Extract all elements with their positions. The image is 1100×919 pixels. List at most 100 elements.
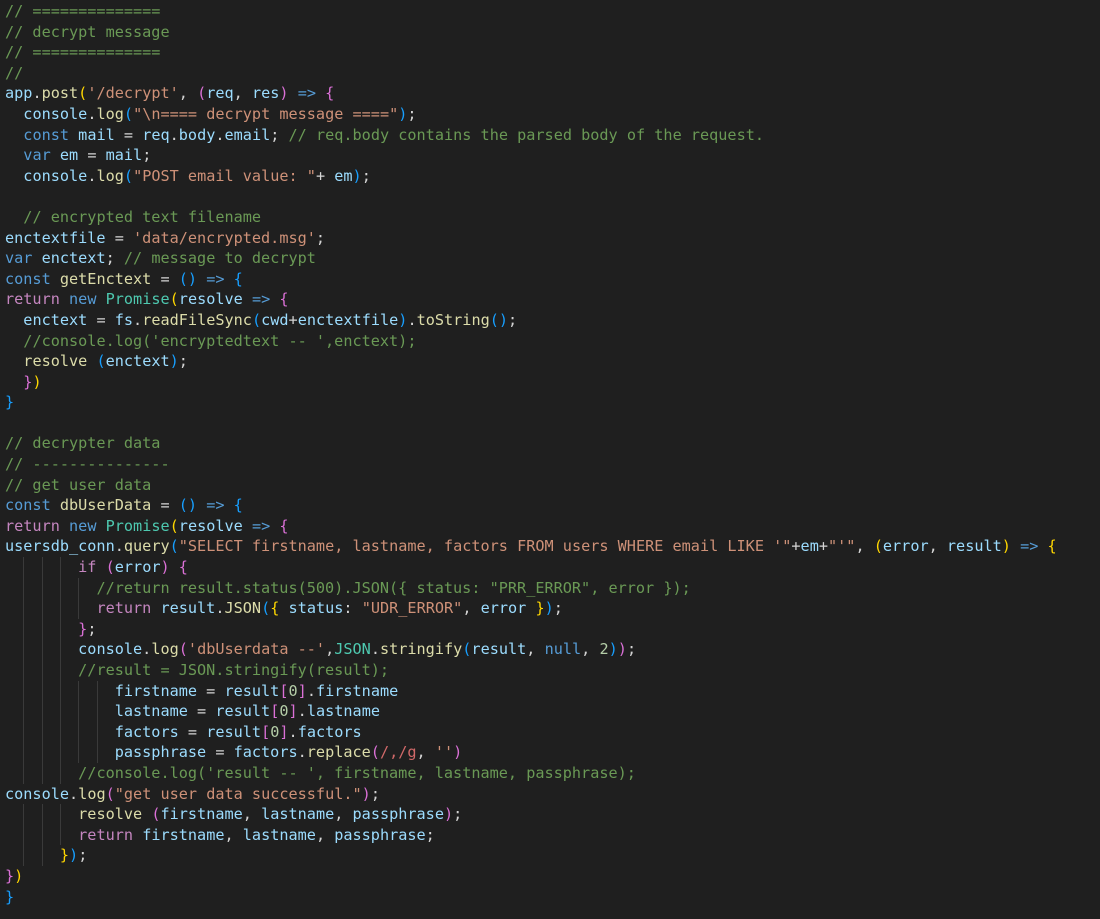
code-line: }; (5, 618, 1057, 640)
code-token: . (114, 537, 124, 556)
code-token: ( (169, 290, 179, 309)
code-area[interactable]: // ==============// decrypt message// ==… (5, 1, 1057, 907)
code-line: //console.log('encryptedtext -- ',enctex… (5, 331, 1057, 352)
code-token: return (5, 290, 60, 309)
code-token: email (224, 125, 271, 144)
code-token: 0 (288, 681, 298, 700)
code-token: // decrypter data (5, 434, 161, 453)
code-token: ) (361, 784, 371, 803)
code-token: ; (315, 228, 326, 247)
code-line: if (error) { (5, 557, 1057, 578)
code-token: // ============== (5, 2, 161, 20)
code-token: firstname (142, 825, 225, 844)
code-line: // get user data (5, 475, 1057, 496)
code-token: } (535, 599, 545, 618)
code-line: const dbUserData = () => { (5, 495, 1057, 516)
code-token: [ (261, 722, 271, 741)
code-token: result (946, 537, 1002, 556)
code-token: . (215, 599, 225, 618)
code-token: , (233, 84, 252, 103)
code-token: "SELECT firstname, lastname, factors FRO… (178, 537, 792, 556)
code-token: '' (434, 743, 454, 762)
code-token: . (142, 640, 152, 659)
code-token: var (23, 146, 51, 165)
code-token: lastname (261, 805, 335, 824)
code-token: //return result.status(500).JSON({ statu… (96, 578, 691, 597)
code-token: // encrypted text filename (23, 207, 262, 226)
code-token: resolve (78, 805, 143, 824)
code-token: ) (443, 805, 454, 824)
code-token: // ============== (5, 43, 161, 62)
code-token: , (928, 537, 947, 556)
code-token: = (78, 146, 106, 165)
code-token: + (818, 537, 828, 556)
code-token: ; (508, 310, 518, 329)
code-token: result (215, 702, 271, 721)
code-token: enctext (23, 310, 88, 329)
code-token: ( (251, 310, 262, 329)
code-token: "'" (828, 537, 856, 556)
code-token: ( (123, 104, 134, 123)
code-token: ( (96, 352, 106, 371)
code-token: { (1047, 537, 1057, 556)
code-token: . (169, 125, 179, 144)
code-token: "POST email value: " (133, 166, 316, 185)
code-line: factors = result[0].factors (5, 721, 1057, 743)
code-token: ] (297, 681, 307, 700)
code-token: console (78, 640, 143, 659)
code-token: } (78, 619, 88, 638)
code-token: ) (608, 640, 618, 659)
code-token: . (407, 310, 417, 329)
code-editor[interactable]: // ==============// decrypt message// ==… (0, 0, 1100, 919)
code-token: toString (416, 310, 490, 329)
code-token: const (5, 269, 51, 288)
code-token: 0 (270, 722, 280, 741)
code-token: { (279, 516, 289, 535)
code-token: //console.log('result -- ', firstname, l… (78, 763, 636, 782)
code-token: + (288, 310, 298, 329)
code-token: ( (197, 84, 207, 103)
code-token: log (151, 640, 179, 659)
code-line: var em = mail; (5, 145, 1057, 166)
code-token: console (23, 166, 88, 185)
code-token: = (151, 496, 179, 515)
code-token: ; (425, 825, 435, 844)
code-token: ( (123, 166, 134, 185)
code-token: dbUserData (59, 496, 152, 515)
code-token: { (233, 269, 243, 288)
code-token: . (297, 743, 307, 762)
code-line: //result = JSON.stringify(result); (5, 660, 1057, 681)
code-token: //console.log('encryptedtext -- ',enctex… (23, 331, 417, 350)
code-token: ) (69, 846, 79, 865)
code-line: // decrypter data (5, 433, 1057, 454)
code-token: replace (306, 743, 371, 762)
code-token: "UDR_ERROR" (361, 599, 463, 618)
code-token: JSON (334, 640, 371, 659)
code-token: . (69, 784, 79, 803)
code-token: status (288, 599, 344, 618)
code-token: ; (87, 619, 97, 638)
code-token: passphrase (352, 805, 444, 824)
code-line: // --------------- (5, 454, 1057, 475)
code-token: null (544, 640, 582, 659)
code-token: , (178, 84, 198, 103)
code-token: + (791, 537, 801, 556)
code-token: = (87, 310, 115, 329)
code-token: () (178, 496, 198, 515)
code-token: , (416, 743, 435, 762)
code-line: const mail = req.body.email; // req.body… (5, 125, 1057, 146)
code-token: ( (370, 743, 380, 762)
code-token: ( (169, 516, 179, 535)
code-token: = (114, 125, 143, 144)
